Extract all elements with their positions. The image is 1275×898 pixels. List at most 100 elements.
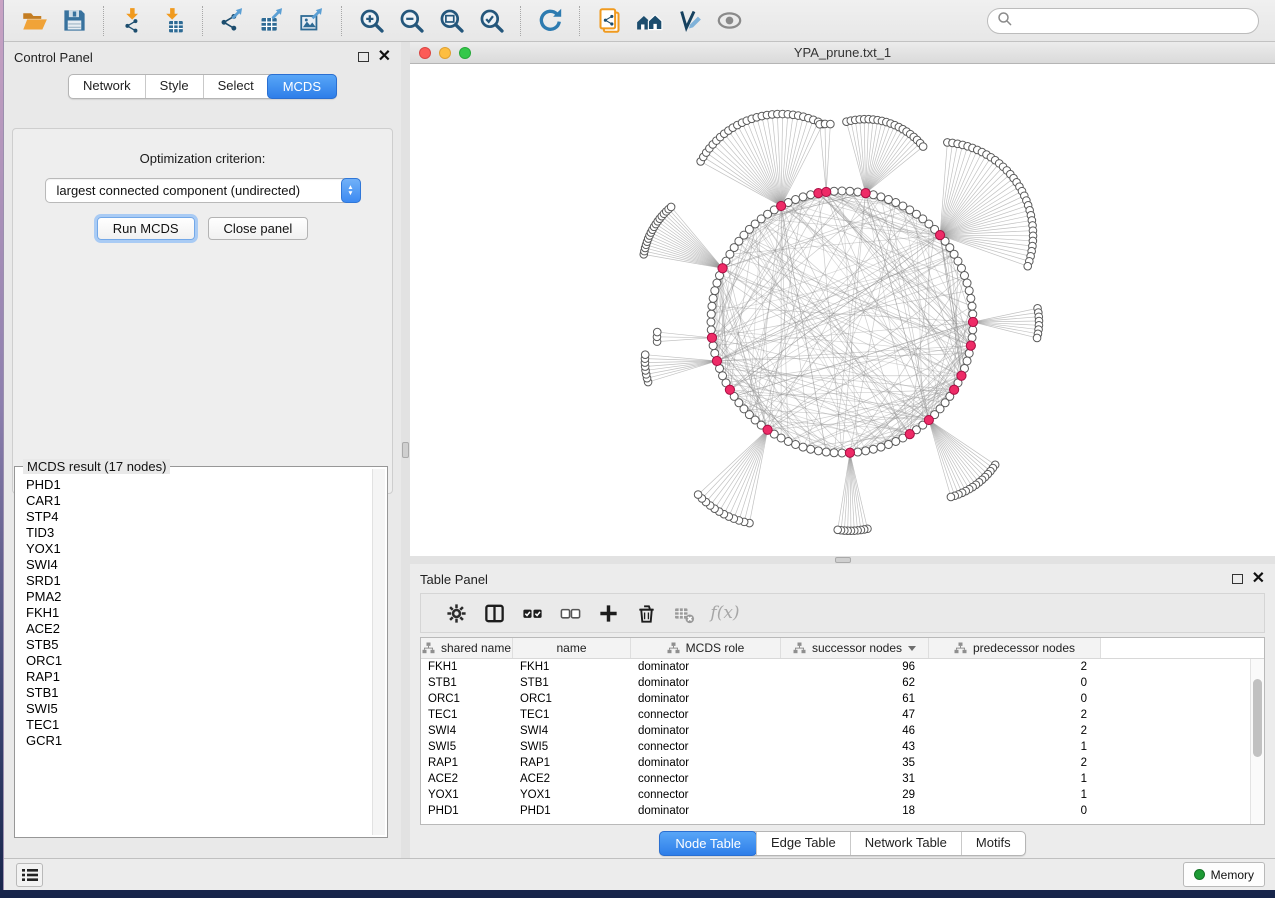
export-network-icon — [219, 7, 246, 34]
column-header-shared-name[interactable]: shared name — [421, 638, 513, 658]
zoom-fit-icon — [438, 7, 465, 34]
search-box[interactable] — [987, 8, 1259, 34]
run-mcds-button[interactable]: Run MCDS — [97, 217, 195, 240]
tab-network-table[interactable]: Network Table — [850, 832, 961, 855]
tab-node-table[interactable]: Node Table — [659, 831, 757, 856]
mcds-result-item[interactable]: RAP1 — [26, 669, 371, 685]
save-session-button[interactable] — [54, 4, 94, 38]
save-session-icon — [61, 7, 88, 34]
mcds-result-item[interactable]: TID3 — [26, 525, 371, 541]
mcds-result-item[interactable]: YOX1 — [26, 541, 371, 557]
column-header-MCDS-role[interactable]: MCDS role — [631, 638, 781, 658]
export-table-button[interactable] — [252, 4, 292, 38]
mcds-result-item[interactable]: PMA2 — [26, 589, 371, 605]
table-row[interactable]: YOX1YOX1connector291 — [421, 787, 1250, 803]
import-network-button[interactable] — [113, 4, 153, 38]
show-columns-button[interactable] — [475, 597, 513, 629]
column-header-name[interactable]: name — [513, 638, 631, 658]
table-row[interactable]: ORC1ORC1dominator610 — [421, 691, 1250, 707]
search-input[interactable] — [1014, 14, 1234, 29]
mcds-result-item[interactable]: SWI4 — [26, 557, 371, 573]
tab-motifs[interactable]: Motifs — [961, 832, 1025, 855]
table-scrollbar[interactable] — [1250, 659, 1264, 824]
zoom-selected-button[interactable] — [471, 4, 511, 38]
table-row[interactable]: FKH1FKH1dominator962 — [421, 659, 1250, 675]
graphics-details-eye-button[interactable] — [709, 4, 749, 38]
mcds-result-item[interactable]: FKH1 — [26, 605, 371, 621]
table-row[interactable]: RAP1RAP1dominator352 — [421, 755, 1250, 771]
unselect-all-button[interactable] — [551, 597, 589, 629]
task-history-button[interactable] — [16, 863, 43, 887]
zoom-fit-button[interactable] — [431, 4, 471, 38]
refresh-icon — [537, 7, 564, 34]
tab-network[interactable]: Network — [69, 75, 145, 98]
window-close-icon[interactable] — [419, 47, 431, 59]
table-row[interactable]: PHD1PHD1dominator180 — [421, 803, 1250, 819]
close-icon[interactable]: ✕ — [1252, 574, 1265, 584]
close-panel-button[interactable]: Close panel — [208, 217, 309, 240]
zoom-out-button[interactable] — [391, 4, 431, 38]
mcds-result-item[interactable]: ACE2 — [26, 621, 371, 637]
network-canvas[interactable] — [410, 64, 1275, 556]
table-row[interactable]: TEC1TEC1connector472 — [421, 707, 1250, 723]
mcds-result-item[interactable]: PHD1 — [26, 477, 371, 493]
mcds-result-item[interactable]: SWI5 — [26, 701, 371, 717]
horizontal-splitter[interactable] — [410, 556, 1275, 564]
table-row[interactable]: ACE2ACE2connector311 — [421, 771, 1250, 787]
float-window-icon[interactable] — [358, 52, 369, 62]
cell-predecessor-nodes: 1 — [929, 773, 1101, 785]
mcds-result-item[interactable]: GCR1 — [26, 733, 371, 749]
mcds-result-list[interactable]: PHD1CAR1STP4TID3YOX1SWI4SRD1PMA2FKH1ACE2… — [17, 473, 371, 835]
window-minimize-icon[interactable] — [439, 47, 451, 59]
function-builder-icon: f(x) — [704, 603, 739, 623]
splitter-grip[interactable] — [402, 442, 409, 458]
scrollbar-thumb[interactable] — [1253, 679, 1262, 757]
tab-select[interactable]: Select — [203, 75, 268, 98]
tab-mcds[interactable]: MCDS — [267, 74, 337, 99]
hierarchy-icon — [422, 642, 435, 654]
houses-button[interactable] — [629, 4, 669, 38]
refresh-button[interactable] — [530, 4, 570, 38]
mcds-result-item[interactable]: CAR1 — [26, 493, 371, 509]
table-row[interactable]: SWI4SWI4dominator462 — [421, 723, 1250, 739]
close-icon[interactable]: ✕ — [378, 52, 391, 62]
import-table-button[interactable] — [153, 4, 193, 38]
cell-predecessor-nodes: 2 — [929, 757, 1101, 769]
select-all-button[interactable] — [513, 597, 551, 629]
annotation-pen-button[interactable] — [669, 4, 709, 38]
column-header-predecessor-nodes[interactable]: predecessor nodes — [929, 638, 1101, 658]
mcds-result-item[interactable]: TEC1 — [26, 717, 371, 733]
export-network-button[interactable] — [212, 4, 252, 38]
add-button[interactable] — [589, 597, 627, 629]
tab-style[interactable]: Style — [145, 75, 203, 98]
table-row[interactable]: SWI5SWI5connector431 — [421, 739, 1250, 755]
table-row[interactable]: STB1STB1dominator620 — [421, 675, 1250, 691]
mcds-result-scrollbar[interactable] — [372, 469, 385, 835]
column-label: shared name — [441, 641, 511, 655]
open-file-button[interactable] — [14, 4, 54, 38]
mcds-result-item[interactable]: STB5 — [26, 637, 371, 653]
cell-successor-nodes: 31 — [781, 773, 929, 785]
settings-button[interactable] — [437, 597, 475, 629]
cell-shared-name: TEC1 — [421, 709, 513, 721]
settings-icon — [445, 602, 468, 625]
export-image-button[interactable] — [292, 4, 332, 38]
cell-MCDS-role: dominator — [631, 805, 781, 817]
column-header-successor-nodes[interactable]: successor nodes — [781, 638, 929, 658]
mcds-result-title: MCDS result (17 nodes) — [23, 459, 170, 474]
tab-edge-table[interactable]: Edge Table — [756, 832, 850, 855]
delete-button[interactable] — [627, 597, 665, 629]
optimization-criterion-select[interactable]: largest connected component (undirected)… — [45, 178, 361, 203]
window-zoom-icon[interactable] — [459, 47, 471, 59]
vertical-splitter[interactable] — [401, 42, 410, 858]
network-graph[interactable] — [410, 64, 1275, 556]
splitter-grip[interactable] — [835, 557, 851, 563]
zoom-in-button[interactable] — [351, 4, 391, 38]
memory-button[interactable]: Memory — [1183, 862, 1265, 887]
float-window-icon[interactable] — [1232, 574, 1243, 584]
new-network-from-selection-button[interactable] — [589, 4, 629, 38]
mcds-result-item[interactable]: ORC1 — [26, 653, 371, 669]
mcds-result-item[interactable]: STB1 — [26, 685, 371, 701]
mcds-result-item[interactable]: STP4 — [26, 509, 371, 525]
mcds-result-item[interactable]: SRD1 — [26, 573, 371, 589]
